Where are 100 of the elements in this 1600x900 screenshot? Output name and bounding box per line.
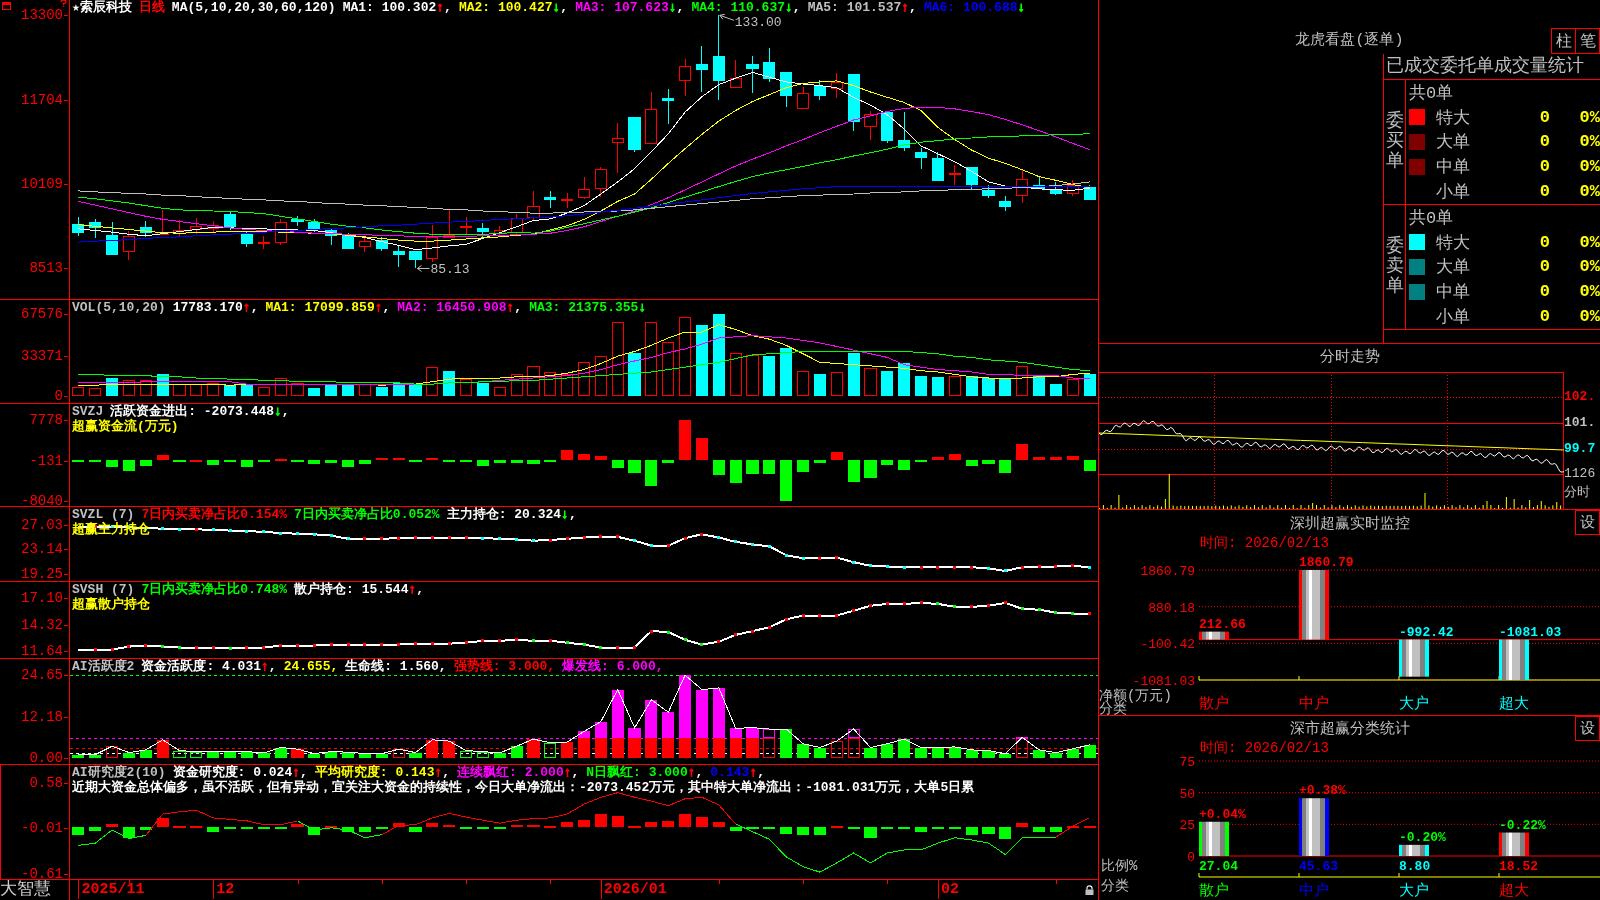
group-label: 委买单 [1385,112,1404,172]
candlestick [965,166,978,190]
timestamp-label: 时间: 2026/02/13 [1200,740,1329,756]
trend-arrow: ↑ [374,300,383,315]
order-share: 0% [1579,307,1600,327]
candlestick [122,230,136,261]
candlestick [139,220,152,238]
order-total: 共0单 [1409,207,1454,229]
axis-label: 11.64 [21,645,69,658]
legend-label: MA3: 107.623 [575,0,669,15]
legend-label: MA3: 21375.355 [529,300,639,315]
view-button[interactable]: 柱 [1551,28,1576,54]
date-label: 12 [213,880,235,899]
candlestick [864,110,877,141]
legend-label: 资金活跃度: 4.031 [141,659,261,674]
order-share: 0% [1579,157,1600,177]
trend-arrow: ↓ [552,0,561,15]
candlestick [257,235,270,249]
order-total: 共0单 [1409,82,1454,104]
axis-label: 24.65 [21,669,69,682]
comma-separator: , [300,765,308,780]
comma-separator: , [442,765,451,780]
comma-separator: , [281,404,290,419]
timestamp-label: 时间: 2026/02/13 [1200,536,1329,550]
order-size-label: 中单 [1436,157,1470,179]
candlestick [847,73,860,132]
candlestick [679,58,692,97]
candlestick [1016,168,1029,204]
axis-label: 1860.79 [1140,564,1195,579]
help-icon[interactable] [60,0,67,7]
panel-title: 深圳超赢实时监控 [1289,514,1410,533]
comma-separator: , [382,300,391,315]
candlestick [308,218,321,233]
unit-label: 分时 [1564,485,1590,501]
trend-arrow: ↓ [668,0,677,15]
candlestick [695,46,709,93]
category-label: 大户 [1399,696,1429,713]
candlestick [763,47,776,83]
change-label: -0.22% [1499,817,1546,833]
trend-arrow: ↓ [638,300,647,315]
axis-label: 13300 [21,9,69,22]
comma-separator: , [268,659,277,674]
axis-label: 7778 [29,414,69,427]
legend-label: SVZJ [72,404,104,419]
candlestick [780,71,793,108]
candlestick [594,166,607,198]
data-label: 8.80 [1399,859,1431,874]
settings-button[interactable]: 设 [1575,510,1600,535]
axis-label: 67576 [21,308,69,321]
legend-label: 24.655, [283,659,339,674]
category-label: 散户 [1199,883,1229,900]
candlestick [325,227,338,246]
order-share: 0% [1579,107,1600,127]
settings-button[interactable]: 设 [1575,716,1600,741]
candlestick [207,220,220,233]
legend-label: 7日内买卖净占比0.748% [141,582,288,597]
order-size-label: 小单 [1436,307,1470,329]
candlestick [577,176,591,200]
trend-arrow: ↓ [274,404,282,419]
window-icon[interactable] [2,2,11,10]
comma-separator: , [792,0,801,15]
category-label: 中户 [1299,696,1329,713]
annotation: 133.00 [734,15,782,31]
comma-separator: , [676,0,685,15]
lock-icon[interactable] [1085,885,1094,895]
axis-label: 11704 [21,93,69,106]
candlestick [611,122,624,174]
order-share: 0% [1579,257,1600,277]
price-annotation: 85.13 [417,262,470,278]
axis-label: -0.61 [21,867,69,880]
candlestick [898,111,911,152]
legend-label: 0.143 [710,765,750,780]
axis-label: 17.10 [21,592,69,605]
axis-label: 19.25 [21,567,69,580]
indicator-caption: 超赢散户持仓 [72,597,150,612]
order-count: 0 [1539,107,1550,127]
trend-arrow: ↓ [561,507,569,522]
legend-label: SVSH (7) [72,582,135,597]
view-button[interactable]: 笔 [1575,28,1600,54]
category-label: 超大 [1499,696,1529,713]
candlestick [291,215,304,227]
data-label: 212.66 [1199,616,1246,632]
comma-separator: , [757,765,765,780]
legend-label: 散户持仓: 15.544 [294,582,409,597]
candlestick [645,92,658,145]
candlestick [527,190,540,221]
legend-label: 生命线: 1.560, [345,659,447,674]
legend-label: 17783.170 [172,300,243,315]
axis-label: 880.18 [1148,600,1195,616]
trend-arrow: ↑ [408,582,417,597]
legend-label: 7日内买卖净占比0.052% [294,507,440,522]
candlestick [915,147,928,170]
candlestick [544,190,557,209]
legend-label: AI研究度2(10) [72,765,166,780]
trend-arrow: ↑ [434,765,443,780]
axis-label: 14.32 [21,619,69,632]
order-size-label: 小单 [1436,182,1470,204]
candlestick [1032,175,1046,190]
candlestick [1049,181,1062,196]
candlestick [443,208,456,239]
